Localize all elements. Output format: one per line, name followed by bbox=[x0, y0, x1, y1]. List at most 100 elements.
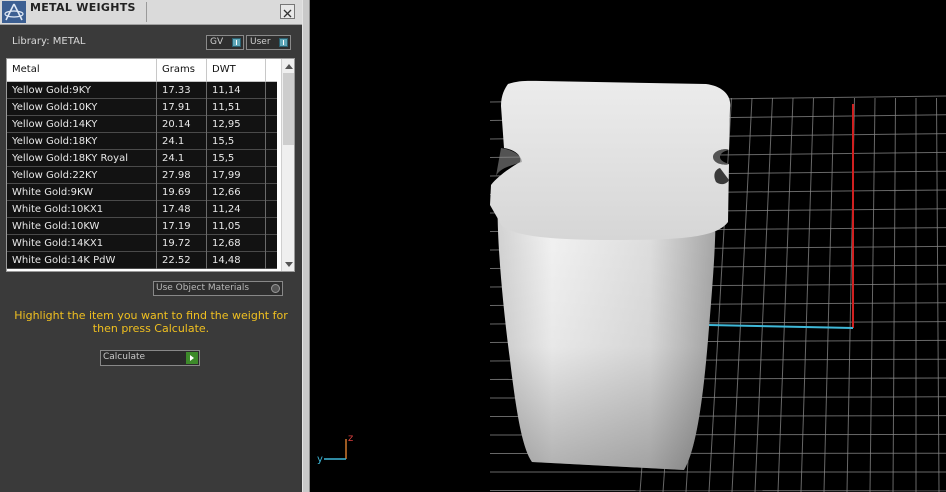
cell-separator bbox=[265, 167, 266, 184]
cell-dwt: 17,99 bbox=[212, 170, 241, 181]
cell-separator bbox=[156, 252, 157, 269]
table-scrollbar[interactable] bbox=[281, 59, 294, 271]
table-row[interactable]: Yellow Gold:18KY Royal 24.1 15,5 bbox=[7, 150, 277, 167]
calculate-button[interactable]: Calculate bbox=[100, 350, 200, 366]
cell-metal: White Gold:10KX1 bbox=[12, 204, 104, 215]
cell-separator bbox=[206, 167, 207, 184]
cell-dwt: 11,51 bbox=[212, 102, 241, 113]
gizmo-y-label: y bbox=[317, 454, 323, 465]
table-row[interactable]: White Gold:14KX1 19.72 12,68 bbox=[7, 235, 277, 252]
cell-separator bbox=[156, 184, 157, 201]
cell-dwt: 12,66 bbox=[212, 187, 241, 198]
grid-line bbox=[869, 97, 876, 492]
scroll-up-icon[interactable] bbox=[285, 64, 293, 69]
table-body: Yellow Gold:9KY 17.33 11,14 Yellow Gold:10K… bbox=[7, 82, 277, 269]
cell-metal: Yellow Gold:18KY bbox=[12, 136, 98, 147]
scroll-thumb[interactable] bbox=[283, 73, 294, 145]
table-row[interactable]: White Gold:14K PdW 22.52 14,48 bbox=[7, 252, 277, 269]
cell-metal: Yellow Gold:9KY bbox=[12, 85, 91, 96]
cell-dwt: 15,5 bbox=[212, 153, 235, 164]
cell-separator bbox=[265, 252, 266, 269]
metal-table[interactable]: Metal Grams DWT Yellow Gold:9KY 17.33 11,1… bbox=[6, 58, 295, 272]
scroll-down-icon[interactable] bbox=[285, 262, 293, 267]
cell-separator bbox=[206, 252, 207, 269]
cell-separator bbox=[156, 201, 157, 218]
cell-separator bbox=[206, 235, 207, 252]
cell-separator bbox=[265, 116, 266, 133]
cell-dwt: 11,05 bbox=[212, 221, 241, 232]
cell-metal: Yellow Gold:10KY bbox=[12, 102, 98, 113]
cell-separator bbox=[206, 218, 207, 235]
header-separator bbox=[206, 59, 207, 81]
ring-head-top bbox=[490, 80, 731, 240]
gv-toggle-label: GV bbox=[210, 37, 224, 47]
close-button[interactable] bbox=[280, 4, 295, 19]
calculate-label: Calculate bbox=[103, 352, 146, 362]
cell-separator bbox=[206, 133, 207, 150]
viewport-scene: z y bbox=[317, 80, 946, 492]
hint-text: Highlight the item you want to find the … bbox=[14, 309, 288, 335]
cell-grams: 22.52 bbox=[162, 255, 191, 266]
user-toggle-label: User bbox=[250, 37, 271, 47]
table-row[interactable]: White Gold:9KW 19.69 12,66 bbox=[7, 184, 277, 201]
cell-separator bbox=[156, 150, 157, 167]
cell-dwt: 12,95 bbox=[212, 119, 241, 130]
cell-separator bbox=[265, 133, 266, 150]
cell-separator bbox=[206, 150, 207, 167]
cell-metal: White Gold:14K PdW bbox=[12, 255, 116, 266]
cell-separator bbox=[206, 184, 207, 201]
table-row[interactable]: White Gold:10KX1 17.48 11,24 bbox=[7, 201, 277, 218]
header-separator bbox=[265, 59, 266, 81]
3d-viewport[interactable]: z y bbox=[310, 0, 946, 492]
cell-grams: 24.1 bbox=[162, 153, 185, 164]
cell-metal: Yellow Gold:22KY bbox=[12, 170, 98, 181]
cell-grams: 17.19 bbox=[162, 221, 191, 232]
cell-metal: White Gold:9KW bbox=[12, 187, 94, 198]
cell-dwt: 11,24 bbox=[212, 204, 241, 215]
table-row[interactable]: Yellow Gold:10KY 17.91 11,51 bbox=[7, 99, 277, 116]
cell-dwt: 14,48 bbox=[212, 255, 241, 266]
cell-dwt: 15,5 bbox=[212, 136, 235, 147]
column-header-grams[interactable]: Grams bbox=[162, 64, 195, 75]
cell-separator bbox=[206, 99, 207, 116]
table-row[interactable]: Yellow Gold:22KY 27.98 17,99 bbox=[7, 167, 277, 184]
toggle-info-icon bbox=[232, 38, 241, 47]
cell-separator bbox=[206, 201, 207, 218]
cell-separator bbox=[265, 235, 266, 252]
header-separator bbox=[156, 59, 157, 81]
table-row[interactable]: White Gold:10KW 17.19 11,05 bbox=[7, 218, 277, 235]
use-object-materials-label: Use Object Materials bbox=[156, 283, 250, 293]
cell-separator bbox=[156, 82, 157, 99]
use-object-materials-option[interactable]: Use Object Materials bbox=[153, 281, 283, 296]
cell-separator bbox=[156, 116, 157, 133]
table-row[interactable]: Yellow Gold:18KY 24.1 15,5 bbox=[7, 133, 277, 150]
column-header-dwt[interactable]: DWT bbox=[212, 64, 236, 75]
grid-line bbox=[823, 97, 835, 492]
cell-grams: 24.1 bbox=[162, 136, 185, 147]
cell-separator bbox=[156, 99, 157, 116]
cell-separator bbox=[265, 184, 266, 201]
table-row[interactable]: Yellow Gold:14KY 20.14 12,95 bbox=[7, 116, 277, 133]
cell-separator bbox=[265, 99, 266, 116]
cell-grams: 17.91 bbox=[162, 102, 191, 113]
panel-splitter[interactable] bbox=[302, 0, 310, 492]
column-header-metal[interactable]: Metal bbox=[12, 64, 40, 75]
table-row[interactable]: Yellow Gold:9KY 17.33 11,14 bbox=[7, 82, 277, 99]
cell-grams: 20.14 bbox=[162, 119, 191, 130]
panel-title: METAL WEIGHTS bbox=[30, 1, 136, 14]
user-toggle[interactable]: User bbox=[246, 35, 291, 50]
cell-grams: 27.98 bbox=[162, 170, 191, 181]
cell-separator bbox=[265, 82, 266, 99]
library-label: Library: METAL bbox=[12, 36, 86, 47]
close-icon bbox=[283, 9, 292, 18]
panel-titlebar[interactable]: METAL WEIGHTS bbox=[0, 0, 302, 25]
grid-line bbox=[800, 97, 814, 492]
cell-separator bbox=[156, 167, 157, 184]
gv-toggle[interactable]: GV bbox=[206, 35, 244, 50]
table-header: Metal Grams DWT bbox=[7, 59, 277, 82]
cell-separator bbox=[265, 218, 266, 235]
gizmo-z-label: z bbox=[348, 433, 353, 444]
grid-line bbox=[936, 97, 940, 492]
cell-separator bbox=[156, 235, 157, 252]
cell-separator bbox=[265, 150, 266, 167]
